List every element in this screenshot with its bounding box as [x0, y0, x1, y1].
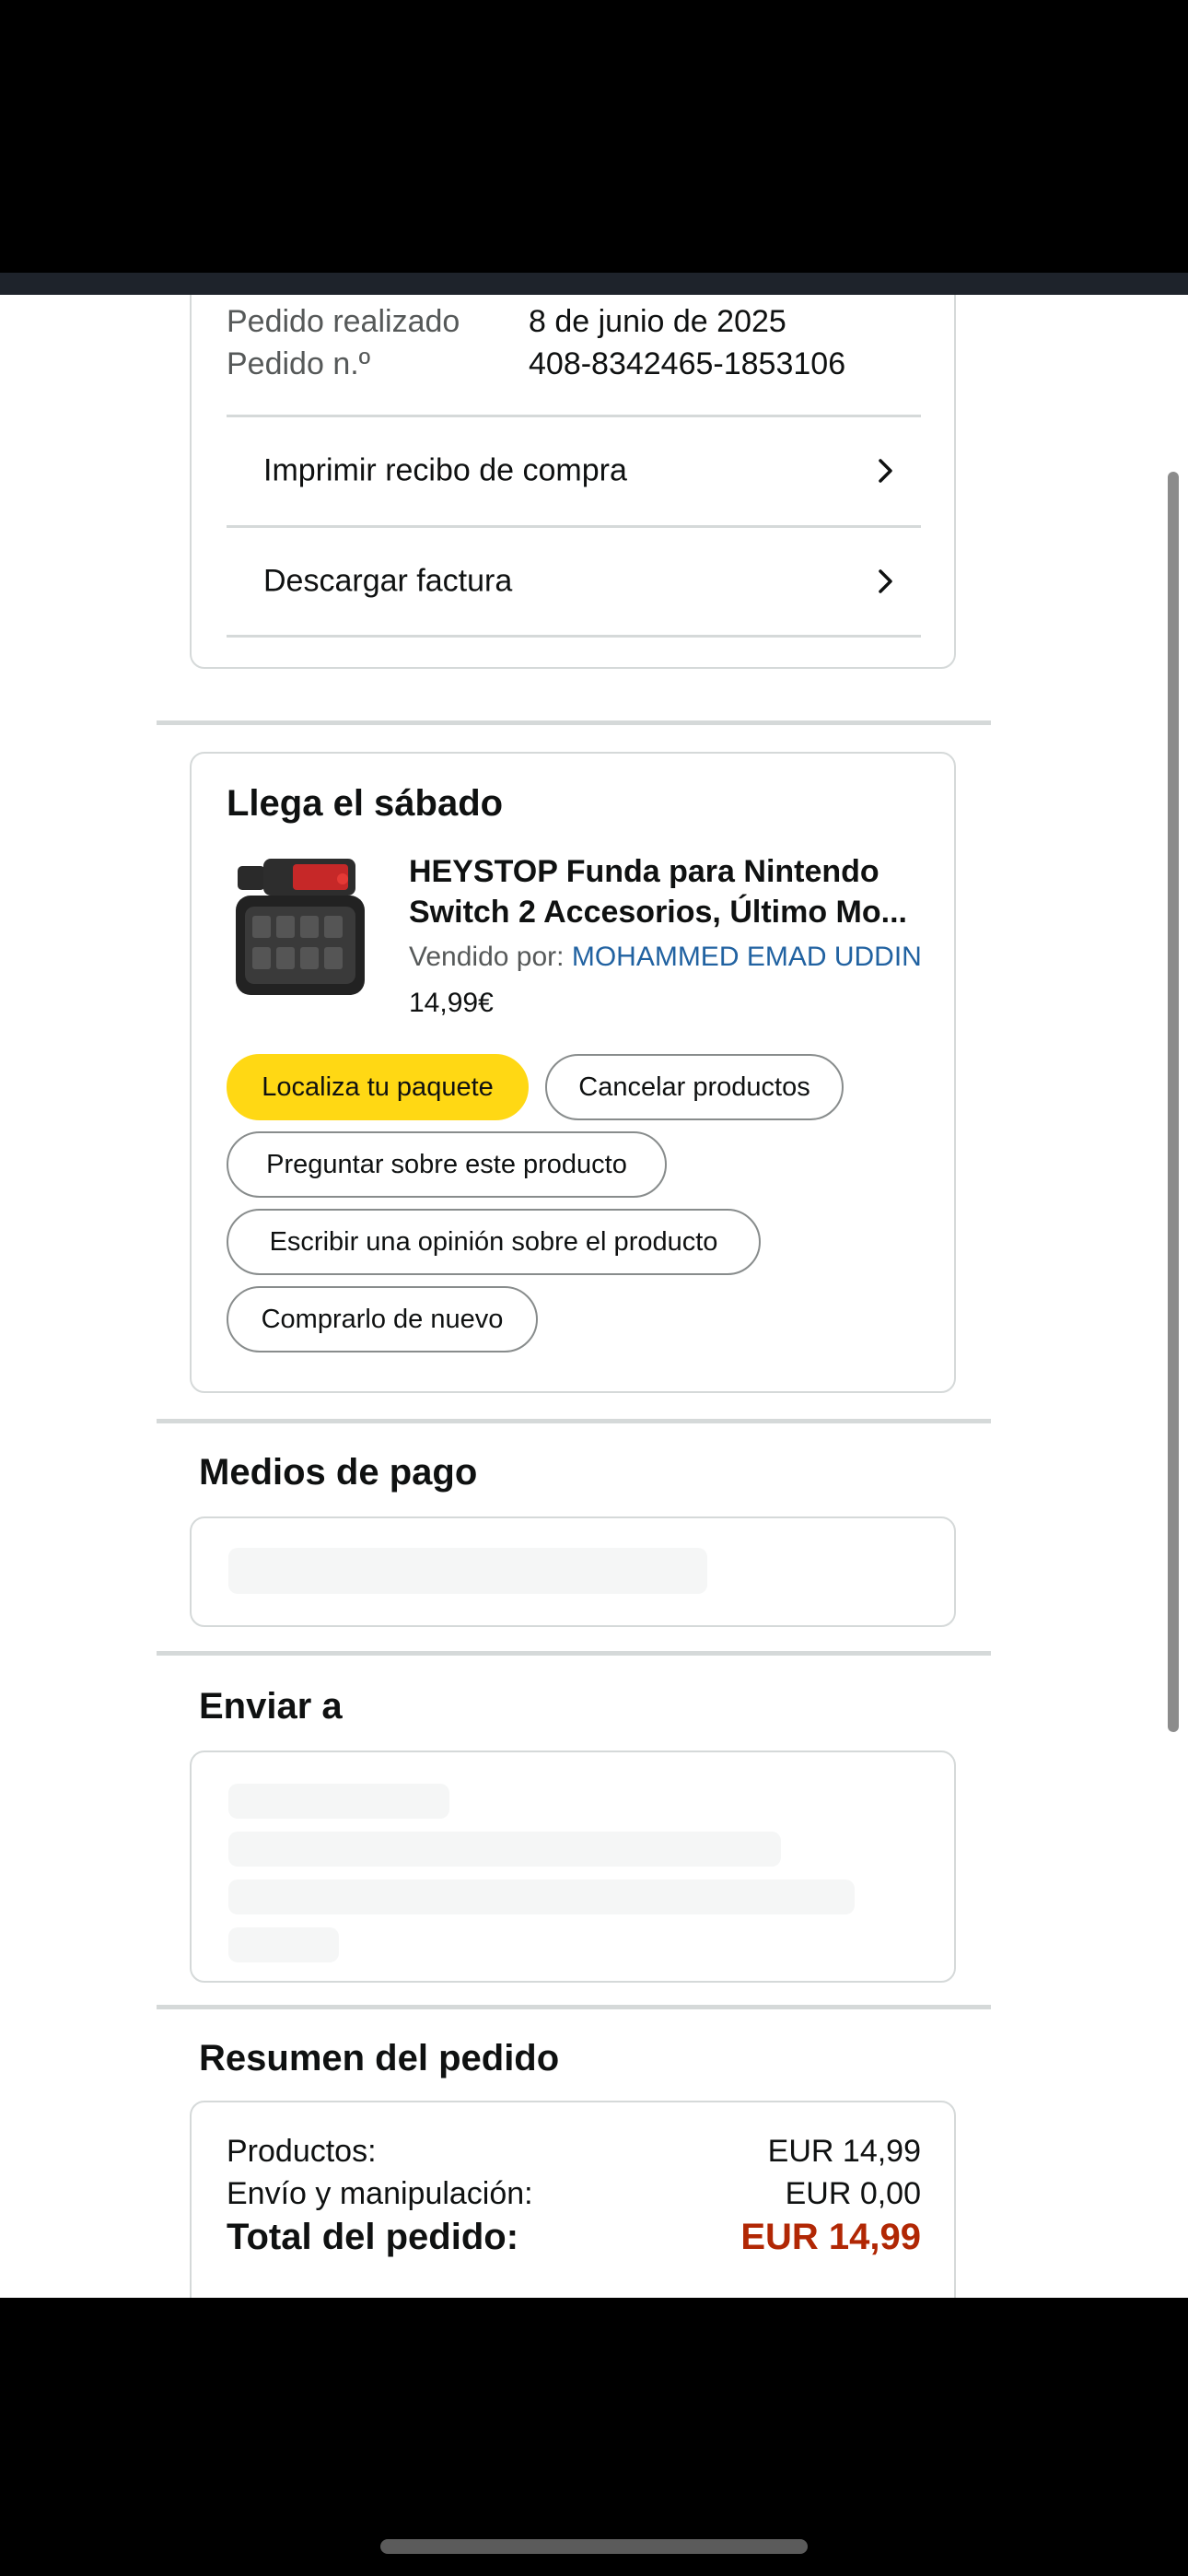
status-bar-area: [0, 0, 1188, 273]
order-placed-value: 8 de junio de 2025: [529, 304, 786, 339]
shipping-label: Envío y manipulación:: [227, 2176, 533, 2211]
track-package-button[interactable]: Localiza tu paquete: [227, 1054, 529, 1120]
summary-title: Resumen del pedido: [199, 2038, 560, 2078]
ask-product-question-button[interactable]: Preguntar sobre este producto: [227, 1131, 667, 1198]
order-number-value: 408-8342465-1853106: [529, 346, 846, 381]
section-divider: [157, 1651, 991, 1656]
delivery-title: Llega el sábado: [227, 783, 504, 824]
section-divider: [157, 720, 991, 725]
products-label: Productos:: [227, 2134, 377, 2169]
order-number-row: Pedido n.º: [227, 346, 370, 382]
sold-by-row: Vendido por: MOHAMMED EMAD UDDIN: [409, 942, 922, 973]
home-indicator[interactable]: [380, 2539, 808, 2554]
products-value: EUR 14,99: [767, 2134, 921, 2169]
shipping-title: Enviar a: [199, 1686, 343, 1727]
buy-again-button[interactable]: Comprarlo de nuevo: [227, 1286, 538, 1352]
print-receipt-label: Imprimir recibo de compra: [263, 452, 627, 488]
product-price: 14,99€: [409, 988, 494, 1018]
product-title[interactable]: HEYSTOP Funda para Nintendo Switch 2 Acc…: [409, 851, 934, 932]
address-line-redacted: [228, 1927, 339, 1962]
scrollbar[interactable]: [1168, 472, 1179, 1732]
order-placed-row: Pedido realizado: [227, 304, 460, 340]
payment-title: Medios de pago: [199, 1452, 478, 1493]
address-line-redacted: [228, 1879, 855, 1914]
order-details-page: Pedido realizado 8 de junio de 2025 Pedi…: [0, 295, 1188, 2298]
section-divider: [157, 1419, 991, 1423]
download-invoice-label: Descargar factura: [263, 563, 513, 599]
cancel-items-button[interactable]: Cancelar productos: [545, 1054, 844, 1120]
chevron-right-icon: [879, 459, 892, 483]
summary-shipping-row: Envío y manipulación: EUR 0,00: [227, 2176, 921, 2212]
seller-link[interactable]: MOHAMMED EMAD UDDIN: [572, 942, 922, 972]
shipping-value: EUR 0,00: [785, 2176, 921, 2211]
payment-method-redacted: [228, 1548, 707, 1594]
header-edge: [0, 273, 1188, 295]
total-label: Total del pedido:: [227, 2217, 519, 2257]
print-receipt-link[interactable]: Imprimir recibo de compra: [227, 417, 921, 524]
summary-products-row: Productos: EUR 14,99: [227, 2134, 921, 2170]
download-invoice-link[interactable]: Descargar factura: [227, 528, 921, 635]
divider: [227, 635, 921, 638]
order-placed-label: Pedido realizado: [227, 304, 460, 339]
bottom-area: [0, 2298, 1188, 2576]
product-thumbnail[interactable]: [228, 851, 372, 1001]
total-value: EUR 14,99: [740, 2217, 921, 2257]
order-number-label: Pedido n.º: [227, 346, 371, 381]
address-line-redacted: [228, 1832, 781, 1867]
sold-by-label: Vendido por:: [409, 942, 565, 972]
section-divider: [157, 2005, 991, 2009]
write-review-button[interactable]: Escribir una opinión sobre el producto: [227, 1209, 761, 1275]
chevron-right-icon: [879, 569, 892, 593]
summary-total-row: Total del pedido: EUR 14,99: [227, 2217, 921, 2258]
address-line-redacted: [228, 1784, 449, 1819]
